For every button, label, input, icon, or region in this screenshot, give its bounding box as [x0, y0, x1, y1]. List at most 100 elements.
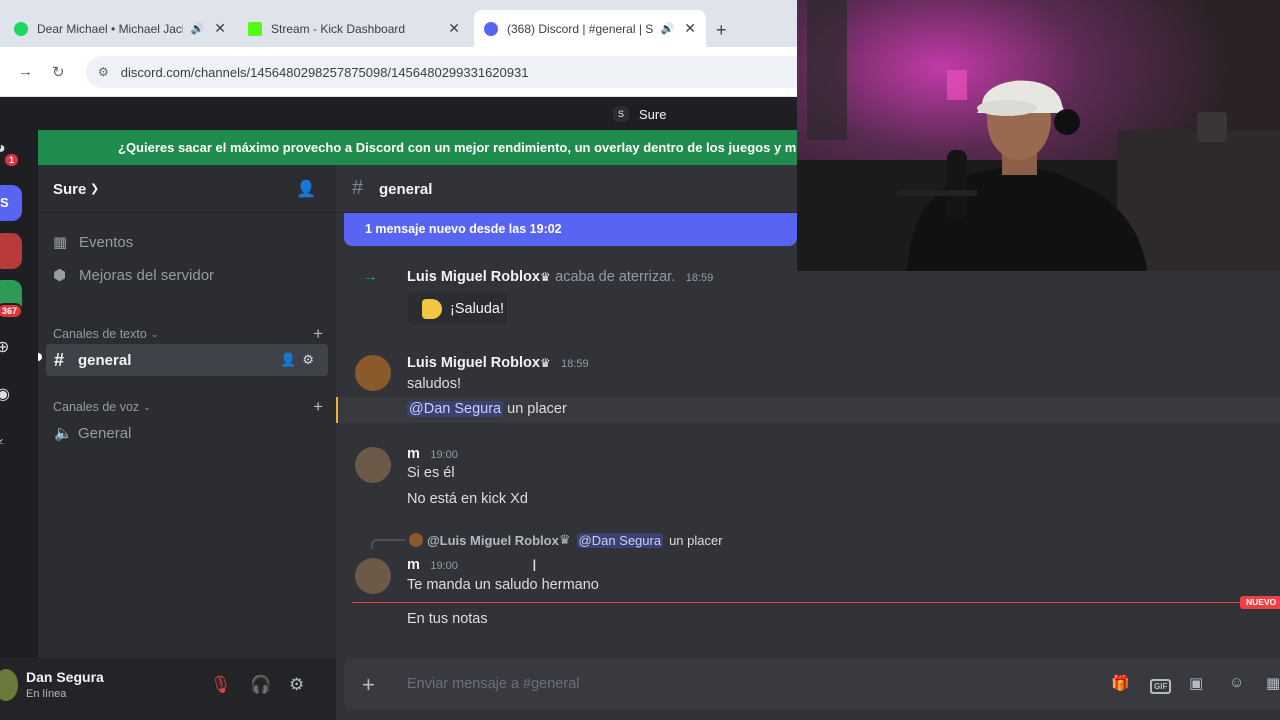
- wave-button[interactable]: ¡Saluda!: [408, 293, 507, 325]
- gif-label: GIF: [1150, 679, 1172, 694]
- speaker-icon[interactable]: 🔊: [191, 22, 205, 35]
- browser-tab-bar: Dear Michael • Michael Jack 🔊 ✕ Stream -…: [0, 0, 797, 47]
- invite-people-icon[interactable]: 👤: [296, 179, 316, 199]
- user-mention[interactable]: @Dan Segura: [407, 401, 504, 417]
- message-composer[interactable]: + Enviar mensaje a #general 🎁 GIF ▣ ☺ ▦: [344, 659, 1280, 710]
- calendar-icon: ▦: [53, 234, 68, 251]
- hash-icon: #: [352, 177, 364, 199]
- server-icon-sure[interactable]: S: [0, 185, 22, 221]
- message-text: Si es él: [407, 465, 455, 481]
- crown-icon: ♛: [539, 270, 551, 284]
- message-text: Te manda un saludo hermano: [407, 577, 599, 593]
- gift-icon[interactable]: 🎁: [1111, 674, 1130, 692]
- timestamp: 18:59: [561, 358, 589, 370]
- headphones-icon[interactable]: 🎧: [250, 675, 271, 695]
- message-text-part: un placer: [507, 401, 567, 417]
- wave-label: ¡Saluda!: [450, 301, 505, 317]
- download-icon[interactable]: ⤓: [0, 430, 3, 448]
- text-cursor-icon: I: [532, 556, 537, 575]
- reply-preview[interactable]: @Luis Miguel Roblox ♛ @Dan Segura un plac…: [409, 532, 723, 548]
- server-name: Sure: [53, 181, 87, 198]
- category-label: Canales de texto: [53, 327, 147, 341]
- channel-label: general: [78, 351, 132, 369]
- user-mention[interactable]: @Dan Segura: [576, 532, 664, 548]
- boost-icon: ⬢: [53, 267, 67, 284]
- spotify-icon: [14, 21, 28, 36]
- message-text: saludos!: [407, 376, 462, 392]
- message-header: m 19:00: [407, 556, 458, 574]
- new-tab-button[interactable]: +: [716, 20, 727, 41]
- gear-icon[interactable]: ⚙: [289, 675, 304, 695]
- message-author[interactable]: Luis Miguel Roblox: [407, 269, 540, 285]
- category-voice-channels[interactable]: Canales de voz ⌄ +: [53, 397, 323, 417]
- close-icon[interactable]: ✕: [684, 20, 696, 37]
- sidebar-item-boosts[interactable]: ⬢ Mejoras del servidor: [46, 259, 328, 291]
- attach-plus-icon[interactable]: +: [362, 672, 375, 698]
- webcam-overlay: [797, 0, 1280, 271]
- user-status: En línea: [26, 688, 67, 700]
- site-settings-icon[interactable]: ⚙: [98, 65, 109, 79]
- chevron-down-icon: ⌄: [150, 328, 159, 339]
- message-text: En tus notas: [407, 611, 488, 627]
- timestamp: 19:00: [430, 449, 458, 461]
- tab-title: (368) Discord | #general | S: [507, 21, 653, 36]
- speaker-icon[interactable]: 🔊: [661, 22, 675, 35]
- sidebar-item-label: Mejoras del servidor: [79, 266, 215, 284]
- join-arrow-icon: →: [362, 268, 378, 285]
- crown-icon: ♛: [539, 356, 551, 370]
- sidebar-item-label: Eventos: [79, 233, 134, 251]
- message-text: No está en kick Xd: [407, 491, 528, 507]
- sticker-icon[interactable]: ▣: [1189, 674, 1203, 692]
- message-author[interactable]: Luis Miguel Roblox: [407, 355, 540, 371]
- user-name[interactable]: Dan Segura: [26, 669, 104, 685]
- channel-sidebar: Sure ❯ 👤 ▦ Eventos ⬢ Mejoras del servido…: [38, 165, 336, 658]
- avatar[interactable]: [355, 447, 391, 483]
- message-header: m 19:00: [407, 445, 458, 463]
- new-messages-bar[interactable]: 1 mensaje nuevo desde las 19:02: [344, 213, 797, 246]
- sidebar-item-events[interactable]: ▦ Eventos: [46, 226, 328, 258]
- explore-icon[interactable]: ◉: [0, 384, 10, 404]
- avatar: [409, 533, 423, 547]
- message-author[interactable]: m: [407, 446, 420, 462]
- close-icon[interactable]: ✕: [448, 20, 460, 37]
- voice-channel-general[interactable]: 🔈 General: [46, 417, 328, 449]
- category-text-channels[interactable]: Canales de texto ⌄ +: [53, 324, 323, 344]
- tab-discord[interactable]: (368) Discord | #general | S 🔊 ✕: [474, 10, 706, 47]
- gif-icon[interactable]: GIF: [1150, 676, 1172, 694]
- tab-spotify[interactable]: Dear Michael • Michael Jack 🔊 ✕: [4, 10, 236, 47]
- notification-badge: 367: [0, 303, 24, 319]
- emoji-icon[interactable]: ☺: [1229, 674, 1244, 691]
- message-author[interactable]: m: [407, 557, 420, 573]
- user-panel: Dan Segura En línea 🎙 🎧 ⚙: [0, 658, 336, 720]
- url-field[interactable]: ⚙ discord.com/channels/14564802982578750…: [86, 56, 797, 88]
- server-icon[interactable]: [0, 233, 22, 269]
- channel-label: General: [78, 424, 132, 442]
- hash-icon: #: [54, 349, 65, 370]
- tab-kick[interactable]: Stream - Kick Dashboard ✕: [238, 10, 470, 47]
- mic-muted-icon[interactable]: 🎙: [210, 675, 232, 695]
- close-icon[interactable]: ✕: [214, 20, 226, 37]
- channel-tools[interactable]: 👤⚙: [280, 352, 320, 368]
- channel-general[interactable]: # general 👤⚙: [46, 344, 328, 376]
- server-rail: ◕ 1 S 367 ⊕ ◉ ⤓: [0, 130, 38, 658]
- forward-icon[interactable]: →: [18, 63, 33, 80]
- reply-author: @Luis Miguel Roblox: [427, 532, 559, 548]
- discord-icon: [484, 21, 498, 36]
- apps-icon[interactable]: ▦: [1266, 674, 1280, 692]
- avatar[interactable]: [0, 669, 18, 701]
- server-header[interactable]: Sure ❯ 👤: [38, 165, 336, 213]
- add-server-icon[interactable]: ⊕: [0, 337, 9, 357]
- avatar[interactable]: [355, 558, 391, 594]
- message-header: Luis Miguel Roblox♛ 18:59: [407, 354, 589, 372]
- create-channel-icon[interactable]: +: [313, 324, 323, 344]
- server-indicator: S Sure: [613, 106, 666, 122]
- create-channel-icon[interactable]: +: [313, 397, 323, 417]
- reload-icon[interactable]: ↻: [52, 63, 65, 81]
- speaker-icon: 🔈: [54, 425, 73, 442]
- avatar[interactable]: [355, 355, 391, 391]
- url-text: discord.com/channels/1456480298257875098…: [120, 64, 529, 80]
- message-input[interactable]: Enviar mensaje a #general: [407, 676, 580, 692]
- notification-badge: 1: [3, 152, 21, 168]
- webcam-feed: [797, 0, 1280, 271]
- message-text: @Dan Segura un placer: [407, 401, 567, 417]
